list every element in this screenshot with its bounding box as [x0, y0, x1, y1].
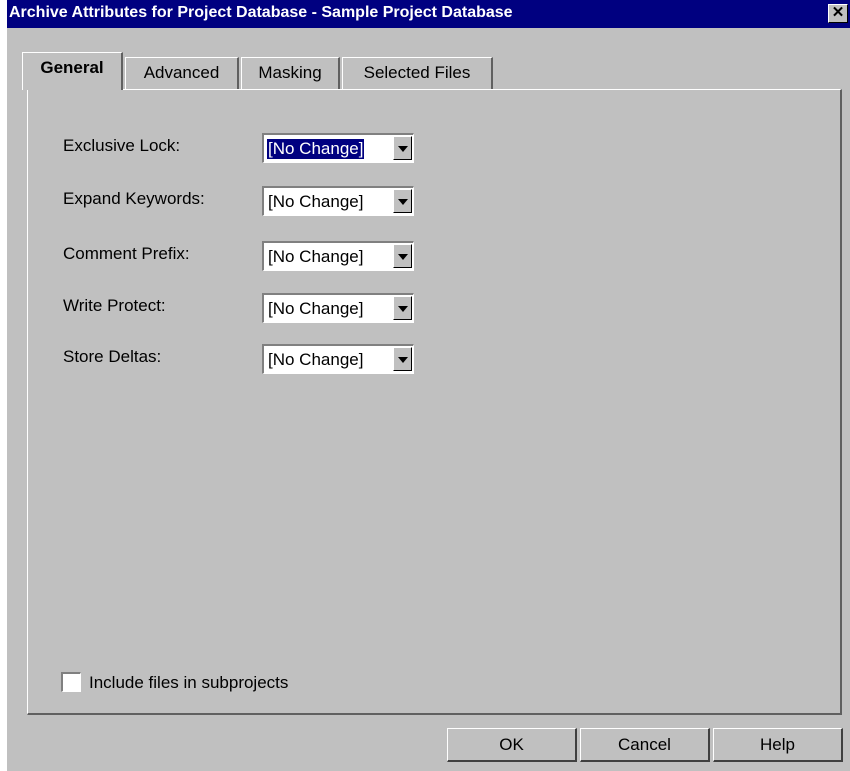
- tab-general[interactable]: General: [22, 52, 123, 90]
- ok-button[interactable]: OK: [447, 728, 577, 762]
- store-deltas-label: Store Deltas:: [63, 347, 162, 366]
- include-subprojects-checkbox[interactable]: [61, 672, 81, 692]
- ok-button-label: OK: [499, 735, 524, 754]
- exclusive-lock-select[interactable]: [No Change]: [262, 133, 414, 163]
- exclusive-lock-value: [No Change]: [265, 138, 366, 160]
- include-subprojects-label: Include files in subprojects: [89, 673, 289, 692]
- cancel-button[interactable]: Cancel: [580, 728, 710, 762]
- tab-selected-files-label: Selected Files: [363, 63, 471, 82]
- tab-advanced-label: Advanced: [143, 63, 220, 82]
- tab-general-label: General: [40, 58, 104, 77]
- comment-prefix-label: Comment Prefix:: [63, 244, 190, 263]
- store-deltas-value: [No Change]: [268, 350, 364, 369]
- title-bar[interactable]: Archive Attributes for Project Database …: [7, 0, 850, 28]
- expand-keywords-select[interactable]: [No Change]: [262, 186, 414, 216]
- write-protect-select[interactable]: [No Change]: [262, 293, 414, 323]
- tab-selected-files[interactable]: Selected Files: [342, 57, 493, 89]
- exclusive-lock-label: Exclusive Lock:: [63, 136, 181, 155]
- write-protect-value: [No Change]: [268, 299, 364, 318]
- help-button[interactable]: Help: [713, 728, 843, 762]
- general-tab-panel: Exclusive Lock: [No Change] Expand Keywo…: [27, 89, 842, 715]
- close-button[interactable]: ✕: [828, 4, 848, 23]
- tab-advanced[interactable]: Advanced: [125, 57, 239, 89]
- chevron-down-icon[interactable]: [393, 136, 412, 160]
- expand-keywords-label: Expand Keywords:: [63, 189, 205, 208]
- store-deltas-select[interactable]: [No Change]: [262, 344, 414, 374]
- expand-keywords-value: [No Change]: [268, 192, 364, 211]
- cancel-button-label: Cancel: [618, 735, 671, 754]
- chevron-down-icon[interactable]: [393, 244, 412, 268]
- close-icon: ✕: [831, 4, 845, 21]
- chevron-down-icon[interactable]: [393, 296, 412, 320]
- help-button-label: Help: [760, 735, 795, 754]
- tab-masking-label: Masking: [258, 63, 322, 82]
- window-title: Archive Attributes for Project Database …: [9, 4, 513, 21]
- dialog-window: Archive Attributes for Project Database …: [7, 0, 850, 771]
- comment-prefix-value: [No Change]: [268, 247, 364, 266]
- chevron-down-icon[interactable]: [393, 189, 412, 213]
- write-protect-label: Write Protect:: [63, 296, 166, 315]
- comment-prefix-select[interactable]: [No Change]: [262, 241, 414, 271]
- tab-masking[interactable]: Masking: [241, 57, 340, 89]
- chevron-down-icon[interactable]: [393, 347, 412, 371]
